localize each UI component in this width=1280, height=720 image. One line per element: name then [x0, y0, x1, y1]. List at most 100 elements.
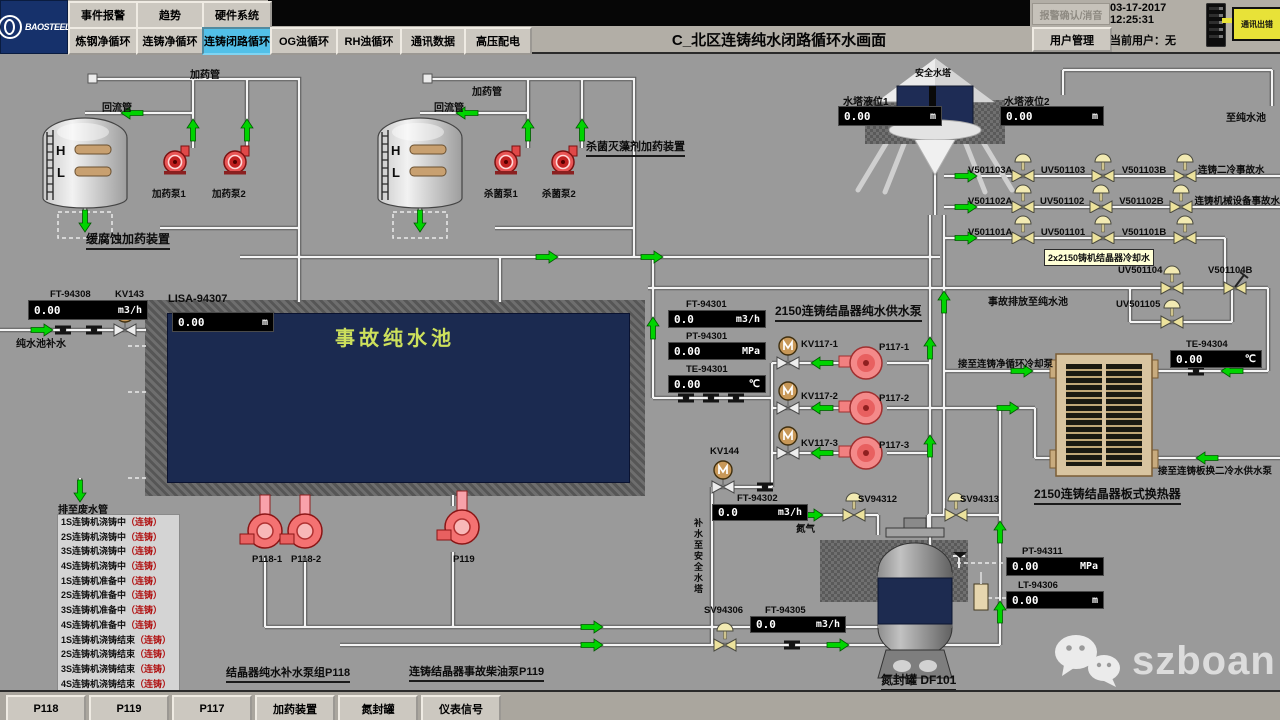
dosing1-high-mark: H	[56, 143, 65, 158]
caster-status-row: 3S连铸机浇铸中（连铸）	[58, 544, 179, 559]
plate-heat-exchanger[interactable]	[1050, 354, 1158, 476]
ft94301-display: 0.0m3/h	[668, 310, 766, 328]
dosing1-pipe-label: 加药管	[190, 66, 220, 81]
exchanger-outlet-label: 接至连铸板换二冷水供水泵	[1158, 463, 1272, 477]
te94304-display: 0.00℃	[1170, 350, 1262, 368]
dosing-tank-2[interactable]	[378, 118, 462, 208]
caster-status-row: 2S连铸机浇铸中（连铸）	[58, 530, 179, 545]
pump-p117-2-icon[interactable]	[839, 392, 882, 424]
v501104b-label: V501104B	[1208, 265, 1252, 276]
pump-p117-3-icon[interactable]	[839, 437, 882, 469]
valve-label: V501103A	[968, 165, 1010, 176]
p117-3-label: P117-3	[879, 440, 909, 451]
footer-nav-button[interactable]: 加药装置	[255, 695, 335, 720]
valve-matrix-row: V501103A UV501103 V501103B 连铸二冷事故水	[968, 151, 1280, 182]
p119-label: P119	[453, 554, 475, 565]
pt94301-display: 0.00MPa	[668, 342, 766, 360]
discharge-to-pool-label: 事故排放至纯水池	[988, 293, 1068, 308]
pump-p117-1-icon[interactable]	[839, 347, 882, 379]
dosing2-high-mark: H	[391, 143, 400, 158]
dosing1-pump1-label: 加药泵1	[152, 186, 186, 200]
caster-status-row: 1S连铸机浇铸中（连铸）	[58, 515, 179, 530]
dosing-tank-1[interactable]	[43, 118, 127, 208]
sterilize-pump-1-icon[interactable]	[495, 146, 520, 175]
pool-makeup-label: 纯水池补水	[16, 335, 66, 350]
ft94308-display: 0.00m3/h	[28, 300, 148, 320]
p118-2-label: P118-2	[291, 554, 321, 565]
ft94305-label: FT-94305	[765, 605, 806, 616]
sv94313-label: SV94313	[960, 494, 999, 505]
makeup-to-tower-label: 补水至安全水塔	[692, 518, 705, 595]
dosing1-return-label: 回流管	[102, 99, 132, 114]
te94301-display: 0.00℃	[668, 375, 766, 393]
lisa94307-label: LISA-94307	[168, 293, 227, 305]
te94301-label: TE-94301	[686, 364, 728, 375]
pump-p119-icon[interactable]	[437, 491, 479, 544]
exchanger-inlet-label: 接至连铸净循环冷却泵	[958, 356, 1053, 370]
valve-label: V501103B	[1116, 165, 1172, 176]
cooling-water-tooltip: 2x2150铸机结晶器冷却水	[1044, 249, 1154, 266]
caster-status-row: 2S连铸机浇铸结束（连铸）	[58, 647, 179, 662]
footer-nav-button[interactable]: P118	[6, 695, 86, 720]
destination-label: 连铸机械设备事故水	[1194, 193, 1280, 207]
kv117-2-label: KV117-2	[801, 391, 838, 402]
ft94308-label: FT-94308	[50, 289, 91, 300]
footer-nav-button[interactable]: 氮封罐	[338, 695, 418, 720]
pneumatic-valve-icon[interactable]	[1010, 212, 1036, 244]
pneumatic-valve-icon[interactable]	[1172, 150, 1198, 182]
pneumatic-valve-icon[interactable]	[1010, 181, 1036, 213]
dosing-pump-2-icon[interactable]	[224, 146, 249, 175]
df101-title: 氮封罐 DF101	[881, 671, 956, 691]
footer-nav-button[interactable]: 仪表信号	[421, 695, 501, 720]
dosing2-pipe-label: 加药管	[472, 83, 502, 98]
pneumatic-valve-icon[interactable]	[1172, 212, 1198, 244]
watermark-text: szboan	[1132, 639, 1276, 684]
dosing2-return-label: 回流管	[434, 99, 464, 114]
uv501105-label: UV501105	[1116, 299, 1160, 310]
lt94306-label: LT-94306	[1018, 580, 1058, 591]
valve-label: V501101B	[1116, 227, 1172, 238]
footer-nav-button[interactable]: P119	[89, 695, 169, 720]
footer-nav-button[interactable]: P117	[172, 695, 252, 720]
valve-label: UV501101	[1036, 227, 1090, 238]
valve-matrix-row: V501101A UV501101 V501101B	[968, 213, 1280, 244]
valve-matrix-row: V501102A UV501102 V501102B 连铸机械设备事故水	[968, 182, 1280, 213]
pump-p118-2-icon[interactable]	[280, 495, 322, 548]
dosing-pump-1-icon[interactable]	[164, 146, 189, 175]
pneumatic-valve-icon[interactable]	[1090, 150, 1116, 182]
p117-1-label: P117-1	[879, 342, 909, 353]
sv94306-label: SV94306	[704, 605, 743, 616]
watermark: szboan	[1052, 632, 1276, 690]
valve-label: UV501103	[1036, 165, 1090, 176]
dosing2-low-mark: L	[392, 165, 400, 180]
tower-name-label: 安全水塔	[915, 66, 951, 79]
caster-status-row: 3S连铸机浇铸结束（连铸）	[58, 662, 179, 677]
dosing1-low-mark: L	[57, 165, 65, 180]
to-pure-water-pool-label: 至纯水池	[1226, 109, 1266, 124]
dosing2-title: 杀菌灭藻剂加药装置	[586, 138, 685, 157]
ft94302-display: 0.0m3/h	[712, 504, 808, 521]
nitrogen-gas-label: 氮气	[796, 521, 815, 535]
kv117-3-label: KV117-3	[801, 438, 838, 449]
valve-label: V501102A	[968, 196, 1010, 207]
pneumatic-valve-icon[interactable]	[1010, 150, 1036, 182]
scada-screen: BAOSTEEL 事件报警 趋势 硬件系统 炼钢净循环 连铸净循环 连铸闭路循环…	[0, 0, 1280, 720]
ft94302-label: FT-94302	[737, 493, 778, 504]
pt94311-label: PT-94311	[1022, 546, 1063, 557]
pump-p118-1-icon[interactable]	[240, 495, 282, 548]
pneumatic-valve-icon[interactable]	[1088, 181, 1114, 213]
caster-status-row: 2S连铸机准备中（连铸）	[58, 588, 179, 603]
destination-label: 连铸二冷事故水	[1198, 162, 1265, 176]
p118-1-label: P118-1	[252, 554, 282, 565]
sterilize-pump-2-icon[interactable]	[552, 146, 577, 175]
pt94301-label: PT-94301	[686, 331, 727, 342]
footer-bar: P118P119P117加药装置氮封罐仪表信号	[0, 690, 1280, 720]
pneumatic-valve-icon[interactable]	[1168, 181, 1194, 213]
kv117-1-label: KV117-1	[801, 339, 838, 350]
kv144-label: KV144	[710, 446, 739, 457]
exchanger-title: 2150连铸结晶器板式换热器	[1034, 485, 1181, 505]
dosing1-pump2-label: 加药泵2	[212, 186, 246, 200]
lisa94307-display: 0.00m	[172, 312, 274, 332]
p117-2-label: P117-2	[879, 393, 909, 404]
pneumatic-valve-icon[interactable]	[1090, 212, 1116, 244]
